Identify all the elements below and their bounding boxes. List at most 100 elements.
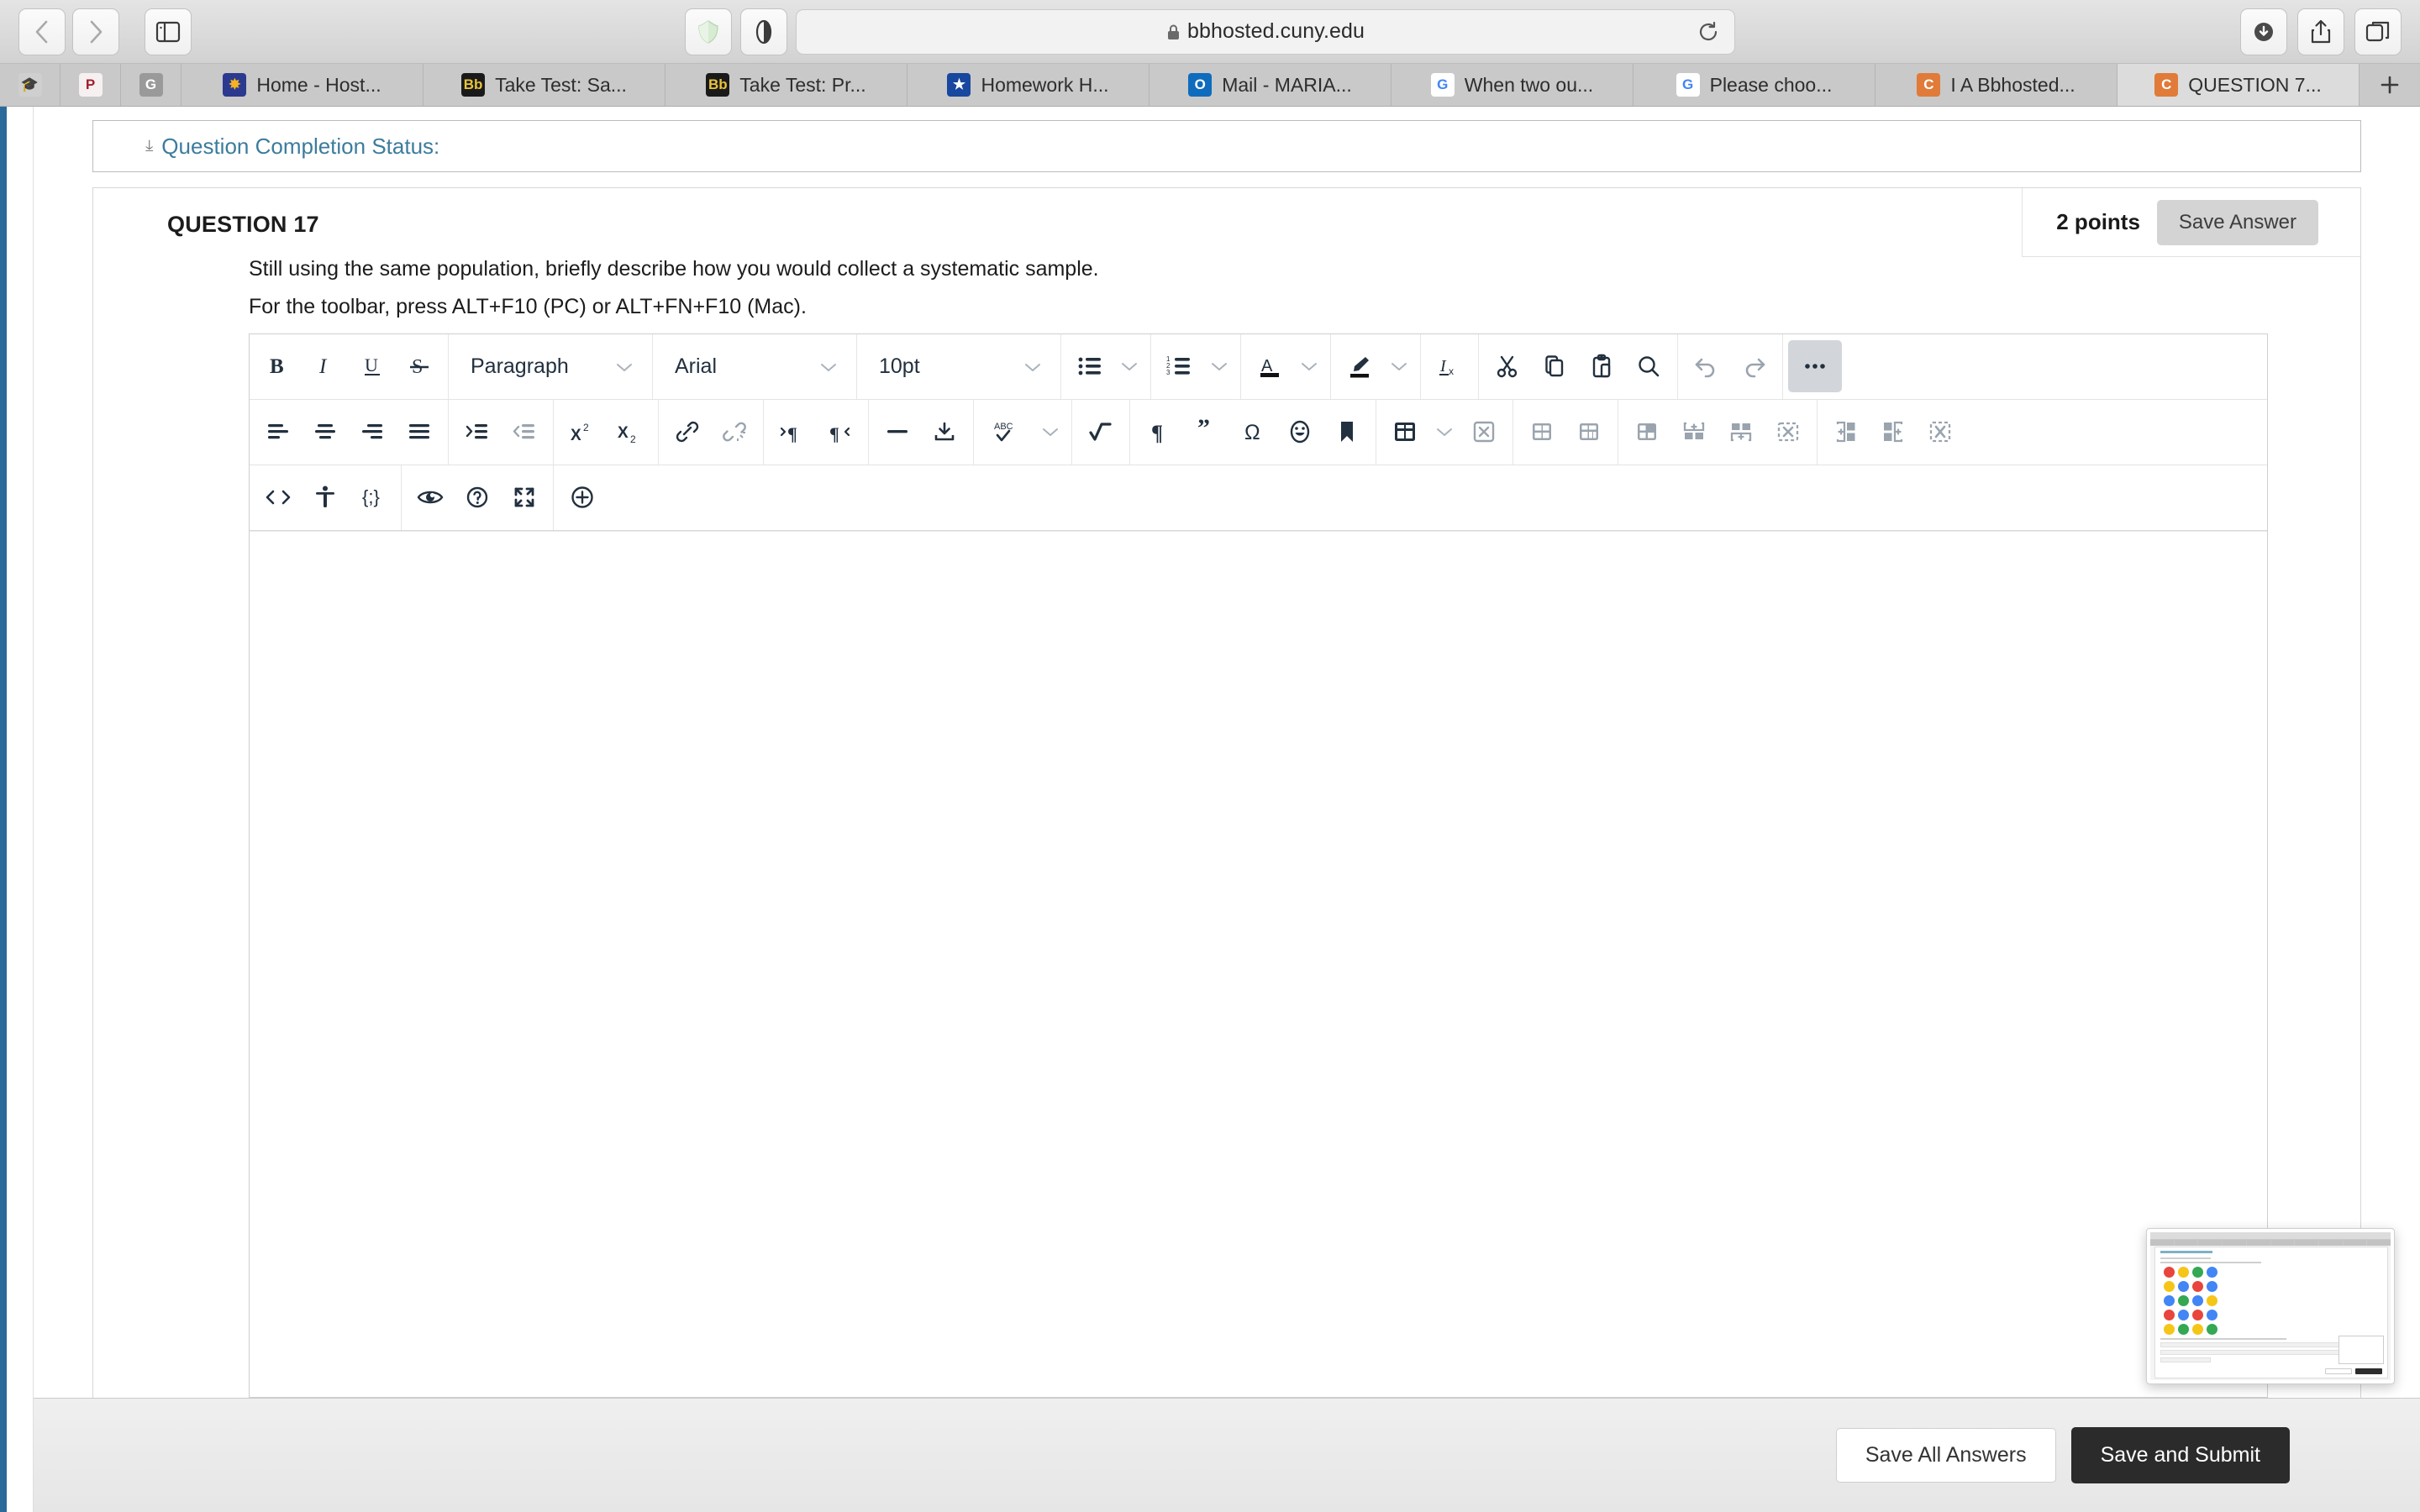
math-group bbox=[1072, 400, 1130, 465]
cut-icon[interactable] bbox=[1484, 340, 1531, 392]
page-break-icon[interactable] bbox=[921, 406, 968, 458]
share-button[interactable] bbox=[2297, 8, 2344, 55]
clear-formatting-icon[interactable]: Ix bbox=[1426, 340, 1473, 392]
rtl-direction-icon[interactable]: ¶ bbox=[816, 406, 863, 458]
find-replace-icon[interactable] bbox=[1625, 340, 1672, 392]
fullscreen-icon[interactable] bbox=[501, 471, 548, 523]
browser-tab-5[interactable]: BbTake Test: Pr... bbox=[666, 64, 908, 106]
thumbnail-dot bbox=[2192, 1310, 2203, 1320]
align-center-icon[interactable] bbox=[302, 406, 349, 458]
paragraph-style-select[interactable]: Paragraph bbox=[454, 340, 647, 392]
browser-tab-7[interactable]: OMail - MARIA... bbox=[1150, 64, 1392, 106]
insert-table-icon[interactable] bbox=[1381, 406, 1428, 458]
italic-icon[interactable]: I bbox=[302, 340, 349, 392]
redo-icon[interactable] bbox=[1730, 340, 1777, 392]
browser-tab-8[interactable]: GWhen two ou... bbox=[1392, 64, 1634, 106]
sidebar-toggle-button[interactable] bbox=[145, 8, 192, 55]
align-left-icon[interactable] bbox=[255, 406, 302, 458]
blockquote-icon[interactable]: ” bbox=[1182, 406, 1229, 458]
subscript-icon[interactable]: X2 bbox=[606, 406, 653, 458]
superscript-icon[interactable]: X2 bbox=[559, 406, 606, 458]
tab-overview-button[interactable] bbox=[2354, 8, 2402, 55]
pinned-tab-graduate-cap[interactable]: 🎓 bbox=[0, 64, 60, 106]
horizontal-rule-icon[interactable] bbox=[874, 406, 921, 458]
insert-column-right-icon[interactable] bbox=[1870, 406, 1917, 458]
remove-link-icon[interactable] bbox=[711, 406, 758, 458]
split-cell-icon[interactable] bbox=[1623, 406, 1670, 458]
question-completion-status-link[interactable]: Question Completion Status: bbox=[161, 134, 439, 160]
delete-column-icon[interactable] bbox=[1917, 406, 1964, 458]
view-group bbox=[402, 465, 554, 530]
emoticon-icon[interactable] bbox=[1276, 406, 1323, 458]
ltr-direction-icon[interactable]: ¶ bbox=[769, 406, 816, 458]
source-code-icon[interactable] bbox=[255, 471, 302, 523]
tab-label: QUESTION 7... bbox=[2188, 74, 2321, 97]
pinned-tab-google-g[interactable]: G bbox=[121, 64, 182, 106]
delete-table-icon[interactable] bbox=[1460, 406, 1507, 458]
insert-link-icon[interactable] bbox=[664, 406, 711, 458]
font-size-select[interactable]: 10pt bbox=[862, 340, 1055, 392]
insert-column-left-icon[interactable] bbox=[1823, 406, 1870, 458]
browser-tab-4[interactable]: BbTake Test: Sa... bbox=[424, 64, 666, 106]
chevron-down-icon[interactable] bbox=[1428, 406, 1460, 458]
reader-mode-button[interactable] bbox=[740, 8, 787, 55]
text-color-icon[interactable]: A bbox=[1246, 340, 1293, 392]
math-equation-icon[interactable] bbox=[1077, 406, 1124, 458]
strikethrough-icon[interactable]: S bbox=[396, 340, 443, 392]
browser-tab-3[interactable]: ✸Home - Host... bbox=[182, 64, 424, 106]
downloads-button[interactable] bbox=[2240, 8, 2287, 55]
paste-icon[interactable] bbox=[1578, 340, 1625, 392]
browser-tab-11[interactable]: CQUESTION 7... bbox=[2118, 64, 2360, 106]
thumbnail-dot bbox=[2178, 1281, 2189, 1292]
highlight-color-icon[interactable] bbox=[1336, 340, 1383, 392]
paragraph-mark-icon[interactable]: ¶ bbox=[1135, 406, 1182, 458]
table-properties-icon[interactable] bbox=[1518, 406, 1565, 458]
align-justify-icon[interactable] bbox=[396, 406, 443, 458]
thumbnail-line bbox=[2160, 1338, 2286, 1340]
forward-button[interactable] bbox=[72, 8, 119, 55]
browser-tab-9[interactable]: GPlease choo... bbox=[1634, 64, 1876, 106]
numbered-list-icon[interactable]: 123 bbox=[1156, 340, 1203, 392]
font-family-select[interactable]: Arial bbox=[658, 340, 851, 392]
save-answer-button[interactable]: Save Answer bbox=[2157, 200, 2318, 245]
indent-decrease-icon[interactable] bbox=[501, 406, 548, 458]
answer-textarea[interactable] bbox=[250, 531, 2267, 1398]
preview-icon[interactable] bbox=[407, 471, 454, 523]
anchor-icon[interactable] bbox=[1323, 406, 1370, 458]
chevron-down-icon[interactable] bbox=[1203, 340, 1235, 392]
chevron-down-icon[interactable] bbox=[1293, 340, 1325, 392]
save-and-submit-button[interactable]: Save and Submit bbox=[2071, 1427, 2290, 1483]
bold-icon[interactable]: B bbox=[255, 340, 302, 392]
merge-cells-icon[interactable] bbox=[1565, 406, 1612, 458]
delete-row-icon[interactable] bbox=[1765, 406, 1812, 458]
chevron-down-icon[interactable] bbox=[1034, 406, 1066, 458]
chevron-down-icon[interactable] bbox=[1113, 340, 1145, 392]
accessibility-checker-icon[interactable] bbox=[302, 471, 349, 523]
special-character-icon[interactable]: Ω bbox=[1229, 406, 1276, 458]
browser-tab-10[interactable]: CI A Bbhosted... bbox=[1876, 64, 2118, 106]
url-bar[interactable]: bbhosted.cuny.edu bbox=[796, 9, 1735, 55]
spellcheck-icon[interactable]: ABC bbox=[979, 406, 1034, 458]
add-content-icon[interactable] bbox=[559, 471, 606, 523]
underline-icon[interactable]: U bbox=[349, 340, 396, 392]
question-completion-status-bar[interactable]: ⤓ Question Completion Status: bbox=[92, 120, 2361, 172]
chevron-down-icon[interactable] bbox=[1383, 340, 1415, 392]
new-tab-button[interactable] bbox=[2360, 64, 2420, 106]
indent-increase-icon[interactable] bbox=[454, 406, 501, 458]
css-style-icon[interactable]: {;} bbox=[349, 471, 396, 523]
insert-row-below-icon[interactable] bbox=[1718, 406, 1765, 458]
tab-preview-thumbnail[interactable] bbox=[2146, 1228, 2395, 1384]
reload-button[interactable] bbox=[1694, 18, 1723, 46]
copy-icon[interactable] bbox=[1531, 340, 1578, 392]
align-right-icon[interactable] bbox=[349, 406, 396, 458]
more-options-icon[interactable] bbox=[1788, 340, 1842, 392]
help-icon[interactable] bbox=[454, 471, 501, 523]
pinned-tab-pg-logo[interactable]: P bbox=[60, 64, 121, 106]
browser-tab-6[interactable]: ★Homework H... bbox=[908, 64, 1150, 106]
privacy-report-button[interactable] bbox=[685, 8, 732, 55]
back-button[interactable] bbox=[18, 8, 66, 55]
insert-row-above-icon[interactable] bbox=[1670, 406, 1718, 458]
bullet-list-icon[interactable] bbox=[1066, 340, 1113, 392]
undo-icon[interactable] bbox=[1683, 340, 1730, 392]
save-all-answers-button[interactable]: Save All Answers bbox=[1836, 1428, 2056, 1483]
